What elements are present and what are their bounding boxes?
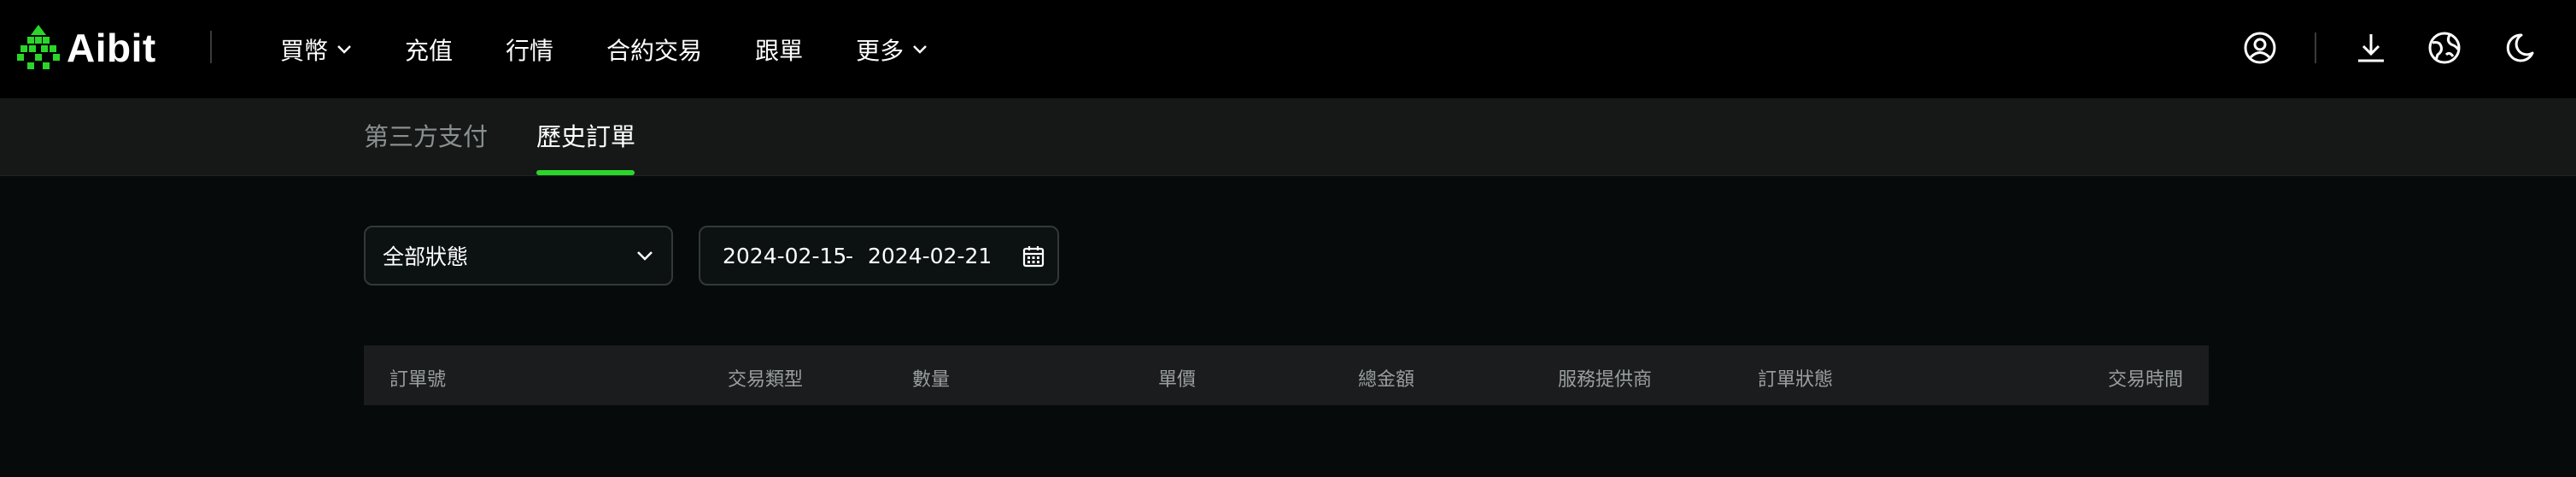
nav-item-more[interactable]: 更多 (856, 32, 928, 67)
moon-icon (2506, 33, 2534, 62)
nav-item-markets[interactable]: 行情 (506, 32, 553, 67)
column-header-trade-type: 交易類型 (728, 369, 804, 391)
nav-item-label: 跟單 (755, 36, 804, 65)
language-button[interactable] (2427, 31, 2462, 65)
icon-divider (2315, 32, 2316, 63)
column-header-provider: 服務提供商 (1558, 369, 1653, 391)
nav-item-deposit[interactable]: 充值 (405, 32, 453, 67)
column-header-quantity: 數量 (912, 369, 951, 391)
chevron-down-icon (637, 251, 653, 261)
column-header-trade-time: 交易時間 (2107, 369, 2183, 391)
orders-table-header: 訂單號 交易類型 數量 單價 總金額 服務提供商 訂單狀態 交易時間 (364, 345, 2209, 405)
download-icon (2358, 34, 2384, 62)
nav-item-label: 充值 (405, 36, 454, 65)
nav-item-copy-trading[interactable]: 跟單 (755, 32, 803, 67)
nav-item-label: 更多 (856, 36, 905, 65)
top-navbar: Aibit 買幣 充值 行情 合約交易 跟單 更多 (0, 0, 2576, 98)
status-filter-select[interactable]: 全部狀態 (364, 226, 673, 286)
date-end[interactable]: 2024-02-21 (868, 244, 992, 268)
column-header-unit-price: 單價 (1158, 369, 1197, 391)
chevron-down-icon (913, 44, 927, 54)
date-separator: - (846, 244, 854, 268)
tab-third-party-payment[interactable]: 第三方支付 (364, 117, 488, 153)
date-range-picker[interactable]: 2024-02-15 - 2024-02-21 (699, 226, 1059, 286)
download-button[interactable] (2354, 31, 2388, 65)
theme-toggle-button[interactable] (2503, 31, 2537, 65)
column-header-total-amount: 總金額 (1358, 369, 1415, 391)
nav-item-label: 行情 (506, 36, 554, 65)
brand-name: Aibit (67, 26, 156, 70)
tab-bar: 第三方支付 歷史訂單 (0, 98, 2576, 176)
column-header-order-status: 訂單狀態 (1758, 369, 1834, 391)
status-filter-value: 全部狀態 (383, 244, 469, 269)
user-account-button[interactable] (2243, 31, 2277, 65)
nav-item-label: 合約交易 (606, 36, 703, 65)
chevron-down-icon (337, 44, 351, 54)
calendar-icon[interactable] (1022, 244, 1045, 268)
brand-logo[interactable]: Aibit (17, 22, 156, 74)
nav-item-futures[interactable]: 合約交易 (606, 32, 702, 67)
active-tab-indicator (536, 170, 635, 175)
aibit-logo-icon (17, 25, 60, 69)
tab-order-history[interactable]: 歷史訂單 (536, 117, 635, 153)
date-start[interactable]: 2024-02-15 (723, 244, 846, 268)
user-icon (2244, 32, 2276, 64)
main-menu: 買幣 充值 行情 合約交易 跟單 更多 (280, 0, 981, 98)
column-header-order-id: 訂單號 (389, 369, 447, 391)
nav-item-label: 買幣 (280, 36, 329, 65)
logo-divider (210, 31, 212, 63)
globe-icon (2428, 32, 2461, 64)
nav-item-buy-coins[interactable]: 買幣 (280, 32, 352, 67)
